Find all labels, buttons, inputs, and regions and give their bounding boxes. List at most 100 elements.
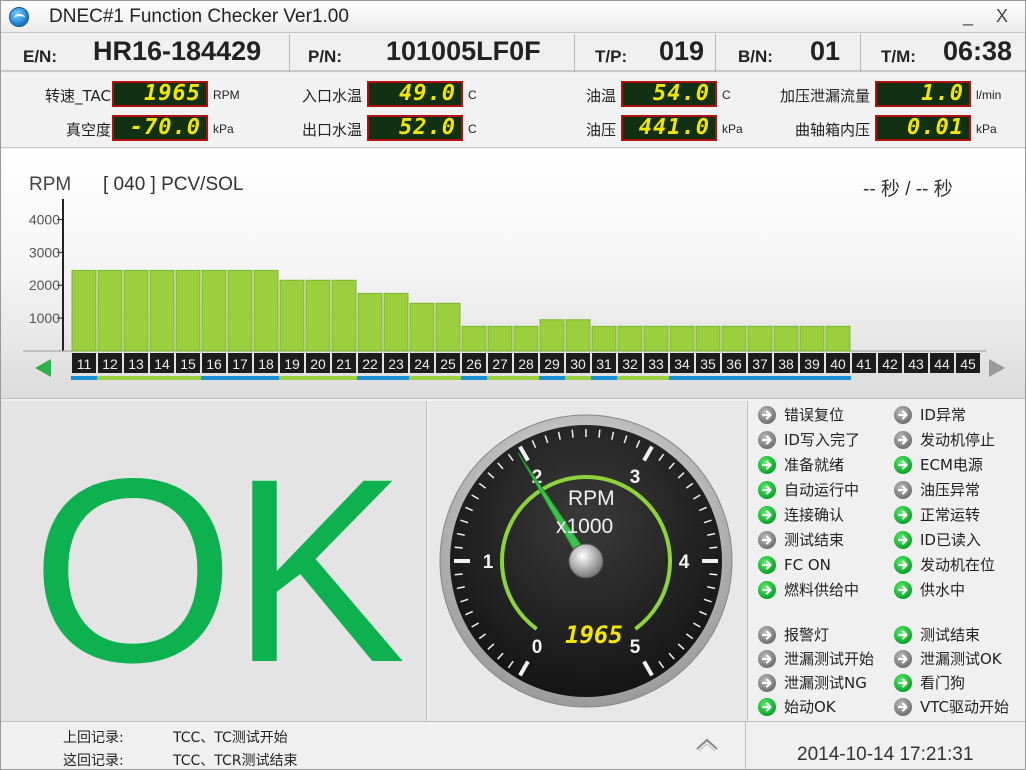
step-group-marker — [591, 376, 617, 380]
status-label: 连接确认 — [784, 506, 845, 524]
step-group-marker — [461, 376, 487, 380]
chart-bar — [279, 279, 305, 352]
sensor-unit: C — [468, 122, 477, 136]
step-tick-label: 21 — [336, 356, 352, 372]
tm-field: T/M: 06:38 — [861, 34, 1025, 72]
step-tick-label: 45 — [960, 356, 976, 372]
sensor-unit: RPM — [213, 88, 240, 102]
gauge-tick-label: 5 — [630, 637, 641, 658]
gauge-multiplier-label: x1000 — [556, 515, 614, 538]
chart-bar — [695, 325, 721, 352]
status-label: 正常运转 — [920, 506, 981, 524]
sensor-readout-bar: 转速_TAC 1965 RPM 入口水温 49.0 C 油温 54.0 C 加压… — [1, 74, 1025, 148]
step-group-marker — [773, 376, 799, 380]
status-on-icon — [758, 506, 776, 524]
tp-field: T/P: 019 — [575, 34, 715, 72]
step-group-marker — [279, 376, 305, 380]
status-label: 泄漏测试开始 — [784, 650, 875, 668]
step-tick-label: 26 — [466, 356, 482, 372]
sensor-unit: C — [468, 88, 477, 102]
sensor-label: 曲轴箱内压 — [794, 121, 870, 139]
sensor-unit: kPa — [976, 122, 997, 136]
step-group-marker — [123, 376, 149, 380]
chart-bar — [435, 302, 461, 352]
chart-bar — [747, 325, 773, 352]
status-off-icon — [758, 674, 776, 692]
chart-bar — [357, 292, 383, 352]
step-tick-label: 27 — [492, 356, 508, 372]
part-number-field: P/N: 101005LF0F — [290, 34, 574, 72]
step-tick-label: 22 — [362, 356, 378, 372]
step-tick-label: 24 — [414, 356, 430, 372]
oil-temp-lcd: 54.0 — [621, 81, 717, 107]
status-label: 准备就绪 — [784, 456, 845, 474]
sensor-label: 油温 — [585, 87, 616, 105]
step-group-marker — [721, 376, 747, 380]
window-title: DNEC#1 Function Checker Ver1.00 — [49, 6, 349, 27]
chart-bar — [487, 325, 513, 352]
sensor-unit: C — [722, 88, 731, 102]
status-on-icon — [894, 556, 912, 574]
step-group-marker — [253, 376, 279, 380]
status-label: ID异常 — [920, 406, 966, 424]
step-group-marker — [539, 376, 565, 380]
step-group-marker — [175, 376, 201, 380]
chart-bar — [331, 279, 357, 352]
status-on-icon — [894, 674, 912, 692]
tp-value: 019 — [659, 36, 705, 66]
step-group-marker — [643, 376, 669, 380]
status-label: 油压异常 — [920, 481, 981, 499]
status-on-icon — [894, 626, 912, 644]
divider — [745, 722, 746, 770]
step-group-marker — [695, 376, 721, 380]
step-tick-label: 32 — [622, 356, 638, 372]
status-on-icon — [758, 481, 776, 499]
close-button[interactable]: X — [989, 5, 1015, 27]
step-tick-label: 16 — [206, 356, 222, 372]
result-panel: OK — [1, 401, 427, 721]
gauge-minor-tick — [709, 546, 718, 549]
rpm-gauge-panel: 012345 RPM x1000 1965 — [428, 401, 746, 721]
step-rpm-chart: RPM [ 040 ] PCV/SOL -- 秒 / -- 秒 1000 2000… — [1, 149, 1025, 399]
gauge-minor-tick — [571, 429, 574, 438]
part-number-value: 101005LF0F — [386, 36, 541, 66]
outlet-water-temp-lcd: 52.0 — [367, 115, 463, 141]
gauge-tick-label: 1 — [483, 552, 494, 573]
step-tick-label: 13 — [128, 356, 144, 372]
status-label: 报警灯 — [784, 626, 830, 644]
chart-bar — [565, 319, 591, 352]
status-on-icon — [758, 556, 776, 574]
status-label: FC ON — [784, 556, 831, 574]
last-record-label: 上回记录: — [63, 730, 124, 746]
gauge-tick-label: 4 — [679, 552, 690, 573]
step-group-marker — [357, 376, 383, 380]
step-group-marker — [305, 376, 331, 380]
chart-bar — [97, 269, 123, 352]
chart-bar — [149, 269, 175, 352]
status-on-icon — [894, 456, 912, 474]
status-off-icon — [894, 481, 912, 499]
step-group-marker — [201, 376, 227, 380]
status-on-icon — [758, 456, 776, 474]
step-tick-label: 19 — [284, 356, 300, 372]
rpm-gauge: 012 345 — [439, 414, 733, 708]
status-off-icon — [894, 650, 912, 668]
status-label: 看门狗 — [920, 674, 966, 692]
step-group-marker — [383, 376, 409, 380]
gauge-hub — [568, 543, 604, 579]
status-label: 泄漏测试NG — [784, 674, 867, 692]
tp-label: T/P: — [595, 47, 628, 66]
last-record-value: TCC、TC测试开始 — [173, 730, 288, 746]
step-group-marker — [669, 376, 695, 380]
status-off-icon — [758, 531, 776, 549]
scroll-left-icon[interactable] — [35, 359, 51, 377]
scroll-right-icon[interactable] — [989, 359, 1005, 377]
current-record-value: TCC、TCR测试结束 — [173, 753, 298, 769]
chart-bar — [539, 319, 565, 352]
status-indicator-panel: 错误复位 ID异常 ID写入完了 发动机停止 准备就绪 ECM电源 自动运行中 油压异常 连接确… — [747, 401, 1025, 721]
step-group-marker — [617, 376, 643, 380]
current-record-label: 这回记录: — [63, 753, 124, 769]
minimize-button[interactable]: _ — [955, 5, 981, 27]
chart-bar — [201, 269, 227, 352]
expand-up-button[interactable] — [695, 736, 719, 752]
